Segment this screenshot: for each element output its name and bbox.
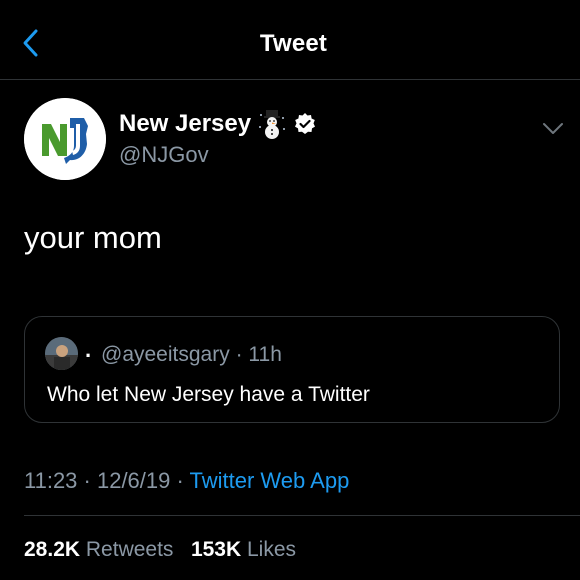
chevron-down-icon [543, 123, 563, 134]
quoted-handle[interactable]: @ayeeitsgary [101, 343, 230, 366]
retweets-label: Retweets [85, 538, 174, 561]
quoted-text: Who let New Jersey have a Twitter [47, 383, 370, 406]
divider [24, 515, 580, 516]
tweet-timestamp: 11:23 · 12/6/19 · [24, 468, 184, 493]
author-name-row[interactable]: New Jersey [119, 109, 317, 139]
quoted-tweet-card[interactable]: . @ayeeitsgary · 11h Who let New Jersey … [24, 316, 560, 423]
quoted-separator: . [85, 337, 92, 362]
likes-label: Likes [247, 538, 297, 561]
likes-count: 153K [190, 538, 242, 561]
likes-stat[interactable]: 153K Likes [191, 538, 296, 561]
engagement-stats: 28.2K Retweets 153K Likes [24, 538, 296, 562]
retweets-count: 28.2K [24, 538, 81, 561]
author-avatar[interactable] [24, 98, 106, 180]
nj-logo [24, 98, 106, 180]
quoted-author-avatar[interactable] [45, 337, 78, 370]
page-title: Tweet [259, 30, 328, 57]
top-bar: Tweet [0, 0, 580, 80]
tweet-text: your mom [24, 220, 162, 255]
quoted-meta: @ayeeitsgary · 11h [101, 343, 282, 367]
author-name: New Jersey [119, 110, 252, 137]
retweets-stat[interactable]: 28.2K Retweets [24, 538, 179, 561]
verified-badge-icon [293, 112, 317, 136]
more-options-button[interactable] [538, 116, 568, 142]
author-handle[interactable]: @NJGov [119, 142, 209, 168]
quoted-time: · 11h [235, 343, 282, 366]
tweet-timestamp-row: 11:23 · 12/6/19 · Twitter Web App [24, 468, 349, 494]
snowman-icon [257, 109, 287, 139]
source-link[interactable]: Twitter Web App [190, 468, 350, 493]
